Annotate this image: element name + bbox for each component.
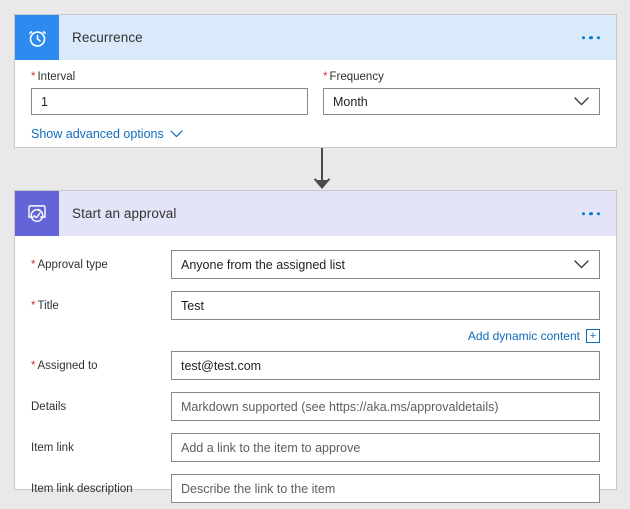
frequency-select-wrapper[interactable] bbox=[323, 88, 600, 115]
required-indicator: * bbox=[31, 258, 36, 271]
item-link-input[interactable] bbox=[171, 433, 600, 462]
assigned-to-input[interactable] bbox=[171, 351, 600, 380]
item-link-label-text: Item link bbox=[31, 441, 74, 454]
interval-label-text: Interval bbox=[37, 71, 76, 83]
frequency-field-group: * Frequency bbox=[323, 70, 600, 115]
details-field-row: Details bbox=[31, 386, 600, 427]
recurrence-action-card[interactable]: Recurrence *Interval *Frequency bbox=[14, 14, 617, 148]
add-dynamic-content-plus-icon[interactable]: + bbox=[586, 329, 600, 343]
approval-type-select[interactable] bbox=[171, 250, 600, 279]
recurrence-card-body: *Interval *Frequency bbox=[15, 60, 616, 141]
required-indicator: * bbox=[31, 71, 36, 83]
assigned-to-label-text: Assigned to bbox=[37, 359, 98, 372]
details-label-text: Details bbox=[31, 400, 67, 413]
recurrence-more-commands-button[interactable] bbox=[578, 30, 605, 46]
title-field-row: * Title bbox=[31, 285, 600, 326]
item-link-label: Item link bbox=[31, 442, 171, 454]
ellipsis-dot bbox=[581, 211, 585, 216]
show-advanced-options-link[interactable]: Show advanced options bbox=[31, 127, 183, 141]
ellipsis-dot bbox=[589, 211, 593, 216]
approval-more-commands-button[interactable] bbox=[578, 206, 605, 222]
approval-type-label: * Approval type bbox=[31, 259, 171, 271]
start-approval-action-card[interactable]: Start an approval * Approval type Anyone… bbox=[14, 190, 617, 503]
add-dynamic-content-row: Add dynamic content + bbox=[31, 329, 600, 343]
ellipsis-dot bbox=[596, 35, 600, 40]
item-link-description-label-text: Item link description bbox=[31, 482, 133, 495]
interval-field-group: * Interval bbox=[31, 70, 308, 115]
frequency-label: * Frequency bbox=[323, 70, 600, 84]
item-link-description-label: Item link description bbox=[31, 483, 171, 495]
approval-card-header[interactable]: Start an approval bbox=[15, 191, 616, 236]
frequency-label-text: Frequency bbox=[329, 71, 384, 83]
show-advanced-options-label: Show advanced options bbox=[31, 127, 164, 141]
recurrence-card-header[interactable]: Recurrence bbox=[15, 15, 616, 60]
title-label-text: Title bbox=[37, 299, 59, 312]
approval-type-select-wrapper[interactable] bbox=[171, 250, 600, 279]
chevron-down-icon bbox=[170, 127, 183, 141]
recurrence-card-title: Recurrence bbox=[72, 30, 143, 45]
interval-label: * Interval bbox=[31, 70, 308, 84]
add-dynamic-content-label: Add dynamic content bbox=[467, 329, 580, 343]
approval-check-icon bbox=[15, 191, 59, 236]
ellipsis-dot bbox=[589, 35, 593, 40]
frequency-select[interactable] bbox=[323, 88, 600, 115]
ellipsis-dot bbox=[596, 211, 600, 216]
required-indicator: * bbox=[31, 359, 36, 372]
alarm-clock-icon bbox=[15, 15, 59, 60]
item-link-description-input[interactable] bbox=[171, 474, 600, 503]
interval-input[interactable] bbox=[31, 88, 308, 115]
title-label: * Title bbox=[31, 300, 171, 312]
assigned-to-field-row: * Assigned to bbox=[31, 345, 600, 386]
item-link-field-row: Item link bbox=[31, 427, 600, 468]
flow-connector-arrow bbox=[313, 148, 331, 190]
ellipsis-dot bbox=[581, 35, 585, 40]
details-input[interactable] bbox=[171, 392, 600, 421]
title-input[interactable] bbox=[171, 291, 600, 320]
assigned-to-label: * Assigned to bbox=[31, 360, 171, 372]
approval-card-title: Start an approval bbox=[72, 206, 177, 221]
approval-type-label-text: Approval type bbox=[37, 258, 108, 271]
flow-designer-canvas: Recurrence *Interval *Frequency bbox=[0, 0, 630, 503]
approval-card-body: *Approval type *Title bbox=[15, 236, 616, 509]
required-indicator: * bbox=[323, 71, 328, 83]
required-indicator: * bbox=[31, 299, 36, 312]
approval-type-field-row: * Approval type bbox=[31, 244, 600, 285]
add-dynamic-content-button[interactable]: Add dynamic content + bbox=[468, 329, 600, 343]
details-label: Details bbox=[31, 401, 171, 413]
